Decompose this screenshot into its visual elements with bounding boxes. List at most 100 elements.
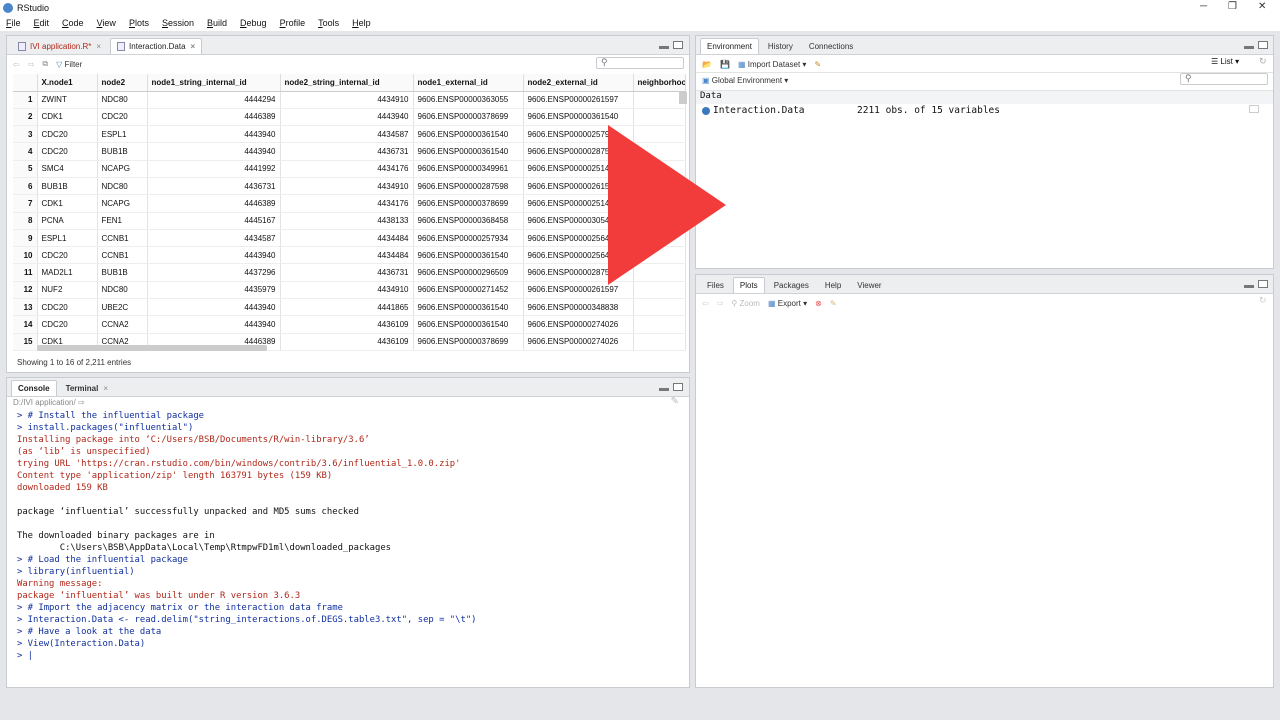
close-tab-icon[interactable]: ×: [103, 384, 108, 393]
working-directory[interactable]: D:/IVI application/ ⇨: [13, 398, 85, 407]
environment-object-row[interactable]: Interaction.Data 2211 obs. of 15 variabl…: [702, 105, 1000, 116]
tab-history[interactable]: History: [761, 38, 800, 54]
table-row[interactable]: 12 NUF2 NDC80 4435979 4434910 9606.ENSP000002…: [13, 281, 686, 300]
close-tab-icon[interactable]: ×: [191, 42, 196, 51]
data-table: X.node1 node2 node1_string_internal_id n…: [13, 74, 686, 351]
expand-icon[interactable]: [702, 107, 710, 115]
column-header[interactable]: X.node1: [37, 74, 98, 92]
menu-debug[interactable]: Debug: [240, 18, 267, 28]
maximize-pane-icon[interactable]: [1258, 41, 1268, 49]
popout-icon[interactable]: ⧉: [42, 59, 48, 69]
export-button[interactable]: ▦ Export ▾: [768, 299, 807, 308]
row-number: 10: [13, 246, 38, 265]
maximize-pane-icon[interactable]: [673, 383, 683, 391]
close-icon[interactable]: ✕: [1258, 1, 1266, 12]
zoom-button[interactable]: ⚲ Zoom: [731, 299, 760, 308]
tab-connections[interactable]: Connections: [802, 38, 860, 54]
table-row[interactable]: 3 CDC20 ESPL1 4443940 4434587 9606.ENSP000003…: [13, 125, 686, 144]
table-row[interactable]: 1 ZWINT NDC80 4444294 4434910 9606.ENSP000003…: [13, 91, 686, 109]
table-row[interactable]: 2 CDK1 CDC20 4446389 4443940 9606.ENSP0000037…: [13, 108, 686, 127]
tab-interaction-data[interactable]: Interaction.Data ×: [110, 38, 203, 54]
table-row[interactable]: 10 CDC20 CCNB1 4443940 4434484 9606.ENSP00000…: [13, 246, 686, 265]
menu-view[interactable]: View: [97, 18, 116, 28]
refresh-icon[interactable]: ↻: [1259, 295, 1267, 306]
tab-terminal[interactable]: Terminal ×: [59, 380, 115, 396]
tab-ivi-application[interactable]: IVI application.R* ×: [11, 38, 108, 54]
console-line: > install.packages("influential"): [17, 423, 194, 433]
table-row[interactable]: 13 CDC20 UBE2C 4443940 4441865 9606.ENSP00000…: [13, 298, 686, 317]
console-output[interactable]: > # Install the influential package > ins…: [17, 410, 477, 662]
broom-icon[interactable]: ✎: [830, 299, 837, 308]
video-play-icon[interactable]: [608, 125, 726, 285]
menu-file[interactable]: File: [6, 18, 21, 28]
plots-pane: Files Plots Packages Help Viewer ⇦ ⇨ ⚲ Z…: [695, 274, 1274, 688]
table-row[interactable]: 9 ESPL1 CCNB1 4434587 4434484 9606.ENSP000002…: [13, 229, 686, 248]
console-line: Content type 'application/zip' length 16…: [17, 471, 333, 481]
tab-console[interactable]: Console: [11, 380, 57, 396]
table-row[interactable]: 8 PCNA FEN1 4445167 4438133 9606.ENSP00000368…: [13, 212, 686, 230]
table-row[interactable]: 14 CDC20 CCNA2 4443940 4436109 9606.ENSP00000…: [13, 315, 686, 334]
object-description: 2211 obs. of 15 variables: [857, 105, 1000, 116]
filter-button[interactable]: ▽ Filter: [56, 60, 82, 69]
environment-scope-dropdown[interactable]: ▣ Global Environment ▾: [702, 76, 788, 85]
table-row[interactable]: 11 MAD2L1 BUB1B 4437296 4436731 9606.ENSP0000…: [13, 263, 686, 282]
forward-icon[interactable]: ⇨: [717, 299, 724, 308]
menu-session[interactable]: Session: [162, 18, 194, 28]
vertical-scrollbar[interactable]: [679, 92, 687, 104]
minimize-pane-icon[interactable]: [659, 46, 669, 49]
view-mode-dropdown[interactable]: ☰ List ▾: [1211, 57, 1239, 66]
maximize-pane-icon[interactable]: [1258, 280, 1268, 288]
clear-console-icon[interactable]: ✎: [671, 396, 679, 407]
column-header[interactable]: node2_external_id: [523, 74, 634, 92]
forward-icon[interactable]: ⇨: [28, 60, 35, 69]
table-row[interactable]: 7 CDK1 NCAPG 4446389 4434176 9606.ENSP0000037…: [13, 194, 686, 213]
console-line: > # Install the influential package: [17, 411, 205, 421]
filter-icon: ▽: [56, 59, 63, 69]
column-header[interactable]: node2: [97, 74, 148, 92]
minimize-pane-icon[interactable]: [659, 388, 669, 391]
minimize-pane-icon[interactable]: [1244, 46, 1254, 49]
tab-plots[interactable]: Plots: [732, 277, 765, 293]
tab-packages[interactable]: Packages: [767, 277, 816, 293]
refresh-icon[interactable]: ↻: [1259, 56, 1267, 67]
table-row[interactable]: 4 CDC20 BUB1B 4443940 4436731 9606.ENSP000003…: [13, 142, 686, 161]
column-header[interactable]: node1_external_id: [413, 74, 524, 92]
table-search-input[interactable]: ⚲: [596, 57, 684, 69]
open-icon[interactable]: 📂: [702, 60, 712, 69]
menu-build[interactable]: Build: [207, 18, 227, 28]
table-cell: 9606.ENSP00000274026: [523, 333, 634, 351]
maximize-icon[interactable]: ❐: [1228, 1, 1237, 12]
menu-code[interactable]: Code: [62, 18, 84, 28]
row-number: 3: [13, 125, 38, 144]
table-row[interactable]: 5 SMC4 NCAPG 4441992 4434176 9606.ENSP0000034…: [13, 160, 686, 178]
column-header[interactable]: neighborhood: [633, 74, 686, 92]
column-header[interactable]: [13, 74, 38, 92]
menu-edit[interactable]: Edit: [34, 18, 50, 28]
minimize-icon[interactable]: ─: [1200, 1, 1207, 12]
tab-help[interactable]: Help: [818, 277, 848, 293]
console-line: downloaded 159 KB: [17, 483, 108, 493]
tab-viewer[interactable]: Viewer: [850, 277, 888, 293]
broom-icon[interactable]: ✎: [814, 60, 821, 69]
minimize-pane-icon[interactable]: [1244, 285, 1254, 288]
import-label: Import Dataset: [747, 59, 801, 69]
row-number: 9: [13, 229, 38, 248]
maximize-pane-icon[interactable]: [673, 41, 683, 49]
close-tab-icon[interactable]: ×: [96, 42, 101, 51]
menu-plots[interactable]: Plots: [129, 18, 149, 28]
menu-help[interactable]: Help: [352, 18, 371, 28]
column-header[interactable]: node1_string_internal_id: [147, 74, 281, 92]
column-header[interactable]: node2_string_internal_id: [280, 74, 414, 92]
menu-tools[interactable]: Tools: [318, 18, 339, 28]
tab-environment[interactable]: Environment: [700, 38, 759, 54]
save-icon[interactable]: 💾: [720, 60, 730, 69]
view-data-icon[interactable]: [1249, 105, 1259, 113]
environment-search-input[interactable]: ⚲: [1180, 73, 1268, 85]
import-dataset-button[interactable]: ▦ Import Dataset ▾: [738, 60, 807, 69]
horizontal-scrollbar[interactable]: [37, 345, 267, 351]
back-icon[interactable]: ⇦: [702, 299, 709, 308]
menu-profile[interactable]: Profile: [280, 18, 306, 28]
remove-plot-icon[interactable]: ⊗: [815, 299, 822, 308]
table-row[interactable]: 6 BUB1B NDC80 4436731 4434910 9606.ENSP000002…: [13, 177, 686, 196]
back-icon[interactable]: ⇦: [13, 60, 20, 69]
